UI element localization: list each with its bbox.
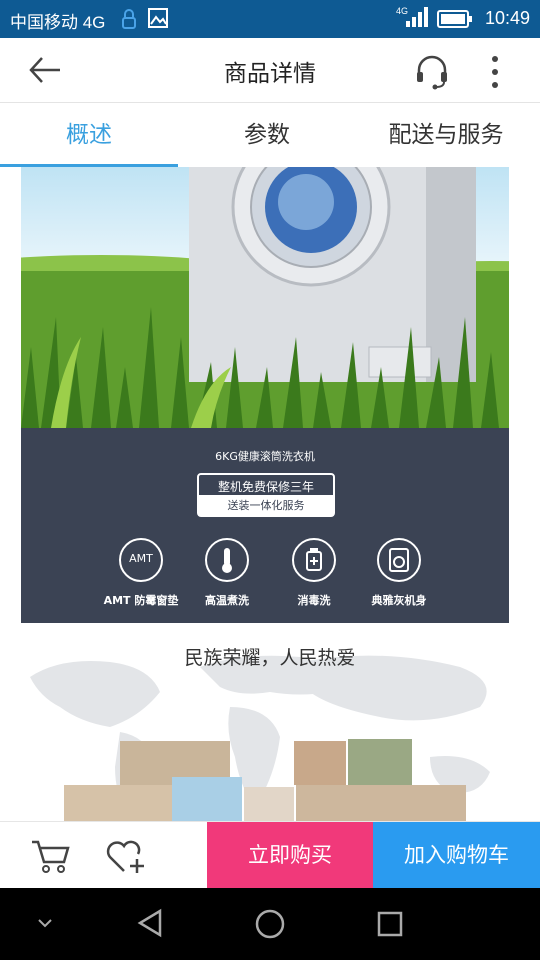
product-name: 6KG健康滚筒洗衣机 xyxy=(215,450,315,463)
tab-delivery-service[interactable]: 配送与服务 xyxy=(356,103,536,167)
title-bar: 商品详情 xyxy=(0,38,540,103)
features-panel: 6KG健康滚筒洗衣机 整机免费保修三年 送装一体化服务 AMT AMT 防霉窗垫… xyxy=(21,428,509,623)
lock-icon xyxy=(122,8,136,35)
bottom-action-bar: 立即购买 加入购物车 xyxy=(0,821,540,889)
tab-bar: 概述 参数 配送与服务 xyxy=(0,103,540,168)
recents-square-icon[interactable] xyxy=(376,910,404,942)
signal-icon: 4G xyxy=(394,5,428,34)
washing-machine-photo xyxy=(21,167,509,428)
tab-overview[interactable]: 概述 xyxy=(0,103,178,167)
page-title: 商品详情 xyxy=(224,61,316,87)
clock: 10:49 xyxy=(484,8,530,28)
tab-specs[interactable]: 参数 xyxy=(178,103,356,167)
product-banner: 6KG健康滚筒洗衣机 整机免费保修三年 送装一体化服务 AMT AMT 防霉窗垫… xyxy=(21,167,509,623)
headset-icon[interactable] xyxy=(414,54,450,94)
washer-icon xyxy=(377,538,421,582)
image-icon xyxy=(148,8,168,33)
warranty-text: 整机免费保修三年 xyxy=(217,480,314,494)
system-navigation-bar xyxy=(0,888,540,960)
carrier-label: 中国移动 4G xyxy=(10,13,106,32)
heart-plus-icon[interactable] xyxy=(105,837,147,879)
family-photos-collage xyxy=(64,737,466,821)
buy-now-button[interactable]: 立即购买 xyxy=(207,822,373,889)
battery-icon xyxy=(437,10,473,33)
amt-icon: AMT xyxy=(119,538,163,582)
thermometer-icon xyxy=(205,538,249,582)
brand-slogan: 民族荣耀，人民热爱 xyxy=(184,647,356,669)
disinfect-bottle-icon xyxy=(292,538,336,582)
delivery-text: 送装一体化服务 xyxy=(227,499,305,512)
feature-grey-body: 典雅灰机身 xyxy=(344,538,454,608)
network-type-label: 4G xyxy=(396,6,408,16)
back-triangle-icon[interactable] xyxy=(136,908,164,942)
chevron-down-icon[interactable] xyxy=(36,914,54,933)
status-bar: 中国移动 4G 4G 10:49 xyxy=(0,0,540,38)
add-to-cart-button[interactable]: 加入购物车 xyxy=(373,822,540,889)
cart-icon[interactable] xyxy=(30,838,70,878)
more-vertical-icon[interactable] xyxy=(488,54,502,94)
warranty-box: 整机免费保修三年 送装一体化服务 xyxy=(197,473,335,517)
brand-section: 民族荣耀，人民热爱 xyxy=(0,637,540,821)
home-circle-icon[interactable] xyxy=(254,908,286,944)
product-detail-content[interactable]: 6KG健康滚筒洗衣机 整机免费保修三年 送装一体化服务 AMT AMT 防霉窗垫… xyxy=(0,167,540,821)
